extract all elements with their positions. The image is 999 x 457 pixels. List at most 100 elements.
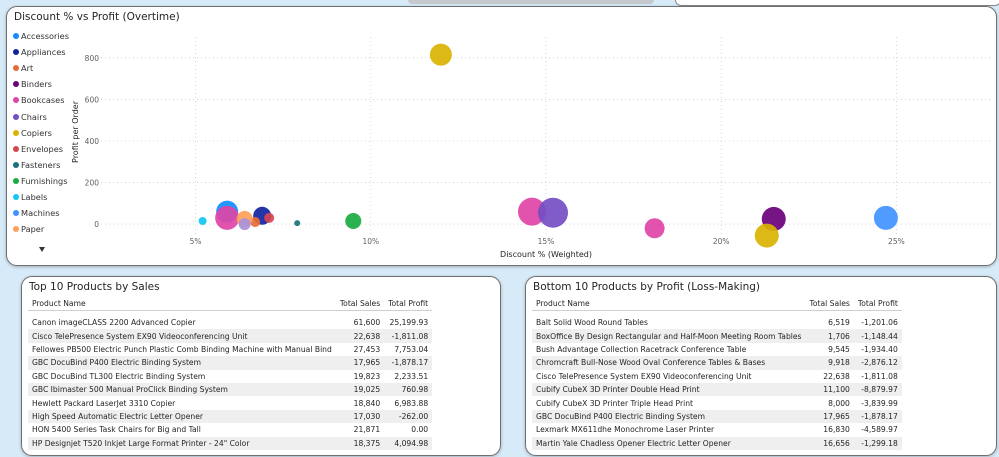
- x-axis-title: Discount % (Weighted): [500, 250, 592, 259]
- profit-cell: -2,876.12: [853, 356, 902, 370]
- table-row[interactable]: Cisco TelePresence System EX90 Videoconf…: [28, 329, 433, 343]
- product-cell: Hewlett Packard LaserJet 3310 Copier: [32, 398, 176, 408]
- table-row[interactable]: Canon imageCLASS 2200 Advanced Copier 61,…: [28, 316, 432, 329]
- column-header-profit[interactable]: Total Profit: [853, 296, 902, 311]
- bottom-products-card[interactable]: Bottom 10 Products by Profit (Loss-Makin…: [525, 276, 997, 456]
- data-point[interactable]: [294, 220, 301, 227]
- y-axis-title: Profit per Order: [71, 100, 80, 163]
- profit-cell: 6,983.88: [394, 398, 429, 408]
- profit-cell: -1,878.17: [853, 409, 902, 424]
- profit-cell: -1,811.08: [861, 371, 898, 381]
- data-point[interactable]: [238, 218, 251, 231]
- data-point[interactable]: [215, 205, 240, 230]
- sales-cell: 17,030: [335, 409, 385, 424]
- table-row[interactable]: Cubify CubeX 3D Printer Double Head Prin…: [532, 382, 902, 397]
- table-row[interactable]: Martin Yale Chadless Opener Electric Let…: [532, 436, 902, 450]
- product-cell: Canon imageCLASS 2200 Advanced Copier: [32, 318, 196, 328]
- profit-cell: -1,811.08: [384, 329, 433, 343]
- product-cell: Cubify CubeX 3D Printer Double Head Prin…: [532, 382, 806, 397]
- y-tick-label: 0: [94, 220, 99, 229]
- product-cell: HON 5400 Series Task Chairs for Big and …: [32, 425, 201, 435]
- sales-cell: 22,638: [823, 371, 850, 381]
- product-cell: Fellowes PB500 Electric Punch Plastic Co…: [32, 344, 332, 354]
- column-header-product[interactable]: Product Name: [28, 296, 336, 311]
- table-row[interactable]: Fellowes PB500 Electric Punch Plastic Co…: [28, 343, 432, 356]
- sales-cell: 16,656: [805, 436, 854, 450]
- product-cell: GBC DocuBind P400 Electric Binding Syste…: [28, 356, 336, 370]
- table-row[interactable]: Chromcraft Bull-Nose Wood Oval Conferenc…: [532, 356, 902, 370]
- x-tick-label: 5%: [190, 237, 202, 246]
- sales-cell: 19,025: [335, 382, 385, 397]
- profit-cell: -1,148.44: [853, 329, 902, 343]
- table-row[interactable]: HP Designjet T520 Inkjet Large Format Pr…: [28, 436, 433, 450]
- x-tick-label: 25%: [888, 237, 905, 246]
- product-cell: HP Designjet T520 Inkjet Large Format Pr…: [28, 436, 336, 450]
- data-point[interactable]: [538, 197, 569, 228]
- sales-cell: 19,823: [353, 371, 381, 381]
- table-row[interactable]: Balt Solid Wood Round Tables 6,519 -1,201.…: [532, 316, 902, 329]
- profit-cell: 25,199.93: [389, 318, 429, 328]
- data-point[interactable]: [198, 217, 207, 226]
- sales-cell: 1,706: [805, 329, 854, 343]
- table-row[interactable]: HON 5400 Series Task Chairs for Big and …: [28, 423, 432, 436]
- product-cell: Chromcraft Bull-Nose Wood Oval Conferenc…: [532, 356, 806, 370]
- product-cell: BoxOffice By Design Rectangular and Half…: [532, 329, 806, 343]
- table-title: Top 10 Products by Sales: [29, 281, 160, 293]
- table-row[interactable]: Cisco TelePresence System EX90 Videoconf…: [532, 370, 902, 383]
- sales-cell: 18,375: [335, 436, 385, 450]
- data-point[interactable]: [429, 43, 452, 66]
- product-cell: GBC Ibimaster 500 Manual ProClick Bindin…: [28, 382, 336, 397]
- product-cell: Cisco TelePresence System EX90 Videoconf…: [28, 329, 336, 343]
- y-tick-label: 800: [85, 54, 100, 63]
- x-tick-label: 15%: [538, 237, 555, 246]
- data-point[interactable]: [754, 223, 779, 248]
- top-products-table[interactable]: Product Name Total Sales Total Profit Ca…: [28, 296, 433, 450]
- sales-cell: 61,600: [353, 318, 381, 328]
- scatter-plot[interactable]: 0 200 400 600 800 5% 10% 15% 20% 25% Discount % (W…: [7, 7, 996, 265]
- profit-cell: -1,934.40: [861, 344, 898, 354]
- y-tick-label: 600: [85, 95, 100, 104]
- product-cell: Lexmark MX611dhe Monochrome Laser Printe…: [536, 425, 715, 435]
- sales-cell: 18,840: [353, 398, 381, 408]
- bottom-products-table[interactable]: Product Name Total Sales Total Profit Ba…: [532, 296, 902, 450]
- profit-cell: 2,233.51: [394, 371, 429, 381]
- product-cell: GBC DocuBind P400 Electric Binding Syste…: [532, 409, 806, 424]
- table-row[interactable]: Cubify CubeX 3D Printer Triple Head Prin…: [532, 396, 902, 409]
- data-point[interactable]: [873, 205, 898, 230]
- table-title: Bottom 10 Products by Profit (Loss-Makin…: [533, 281, 760, 293]
- y-tick-label: 400: [85, 137, 100, 146]
- profit-cell: -1,299.18: [853, 436, 902, 450]
- sales-cell: 17,965: [805, 409, 854, 424]
- column-header-sales[interactable]: Total Sales: [805, 296, 854, 311]
- product-cell: Balt Solid Wood Round Tables: [536, 318, 648, 328]
- data-point[interactable]: [644, 218, 665, 239]
- y-tick-label: 200: [85, 179, 100, 188]
- x-tick-label: 10%: [362, 237, 379, 246]
- table-row[interactable]: BoxOffice By Design Rectangular and Half…: [532, 329, 902, 343]
- profit-cell: -4,589.97: [861, 425, 898, 435]
- sales-cell: 27,453: [353, 344, 381, 354]
- table-row[interactable]: Lexmark MX611dhe Monochrome Laser Printe…: [532, 423, 902, 436]
- table-row[interactable]: GBC Ibimaster 500 Manual ProClick Bindin…: [28, 382, 433, 397]
- column-header-product[interactable]: Product Name: [532, 296, 806, 311]
- profit-cell: -3,839.99: [861, 398, 898, 408]
- table-row[interactable]: Bush Advantage Collection Racetrack Conf…: [532, 343, 902, 356]
- data-point[interactable]: [264, 212, 275, 223]
- table-row[interactable]: GBC DocuBind P400 Electric Binding Syste…: [532, 409, 902, 424]
- table-row[interactable]: Hewlett Packard LaserJet 3310 Copier 18,8…: [28, 396, 432, 409]
- table-row[interactable]: GBC DocuBind TL300 Electric Binding Syst…: [28, 370, 432, 383]
- profit-cell: -1,878.17: [384, 356, 433, 370]
- sales-cell: 8,000: [828, 398, 850, 408]
- table-row[interactable]: High Speed Automatic Electric Letter Ope…: [28, 409, 433, 424]
- sales-cell: 16,830: [823, 425, 850, 435]
- top-products-card[interactable]: Top 10 Products by Sales Product Name To…: [21, 276, 501, 456]
- column-header-sales[interactable]: Total Sales: [335, 296, 385, 311]
- data-point[interactable]: [345, 213, 362, 230]
- top-panel-edge-left: [408, 0, 654, 4]
- table-row[interactable]: GBC DocuBind P400 Electric Binding Syste…: [28, 356, 433, 370]
- sales-cell: 17,965: [335, 356, 385, 370]
- profit-cell: 760.98: [384, 382, 433, 397]
- column-header-profit[interactable]: Total Profit: [384, 296, 433, 311]
- product-cell: Bush Advantage Collection Racetrack Conf…: [536, 344, 747, 354]
- scatter-chart-card[interactable]: Discount % vs Profit (Overtime) Accessor…: [6, 6, 997, 266]
